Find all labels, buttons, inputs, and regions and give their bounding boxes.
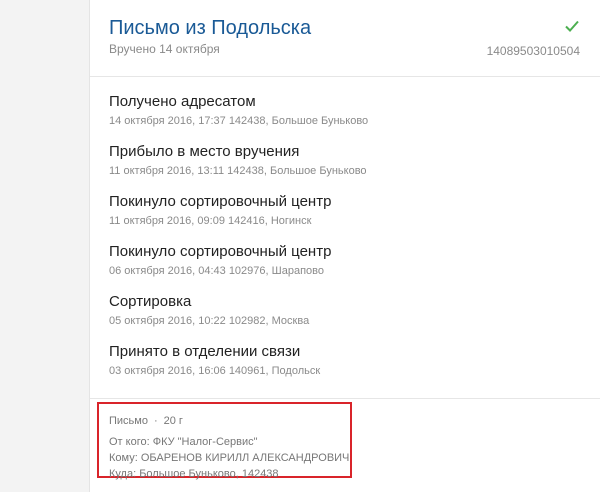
shipment-info: Письмо · 20 г От кого: ФКУ "Налог-Сервис" … <box>97 402 352 480</box>
check-icon <box>565 20 579 32</box>
item-type-weight: Письмо · 20 г <box>109 413 350 429</box>
item-weight: 20 г <box>163 415 183 427</box>
destination: Куда: Большое Буньково, 142438 <box>109 468 279 480</box>
divider <box>90 398 600 399</box>
event-item: Сортировка 05 октября 2016, 10:22 102982… <box>109 292 589 342</box>
event-meta: 11 октября 2016, 13:11 142438, Большое Б… <box>109 165 367 177</box>
event-item: Принято в отделении связи 03 октября 201… <box>109 342 589 392</box>
event-meta: 11 октября 2016, 09:09 142416, Ногинск <box>109 215 312 227</box>
tracking-card: Письмо из Подольска Вручено 14 октября 1… <box>89 0 600 492</box>
event-title: Сортировка <box>109 293 192 310</box>
event-item: Покинуло сортировочный центр 11 октября … <box>109 192 589 242</box>
event-meta: 14 октября 2016, 17:37 142438, Большое Б… <box>109 115 369 127</box>
card-header: Письмо из Подольска Вручено 14 октября 1… <box>90 0 600 77</box>
event-title: Прибыло в место вручения <box>109 143 300 160</box>
page-title: Письмо из Подольска <box>109 17 312 39</box>
sender: От кого: ФКУ "Налог-Сервис" <box>109 436 258 448</box>
separator: · <box>153 415 158 427</box>
event-meta: 06 октября 2016, 04:43 102976, Шарапово <box>109 265 324 277</box>
event-item: Прибыло в место вручения 11 октября 2016… <box>109 142 589 192</box>
recipient: Кому: ОБАРЕНОВ КИРИЛЛ АЛЕКСАНДРОВИЧ <box>109 452 350 464</box>
tracking-number: 14089503010504 <box>486 44 580 58</box>
event-title: Покинуло сортировочный центр <box>109 193 332 210</box>
event-title: Покинуло сортировочный центр <box>109 243 332 260</box>
event-meta: 05 октября 2016, 10:22 102982, Москва <box>109 315 310 327</box>
item-type: Письмо <box>109 415 148 427</box>
event-item: Покинуло сортировочный центр 06 октября … <box>109 242 589 292</box>
event-meta: 03 октября 2016, 16:06 140961, Подольск <box>109 365 321 377</box>
delivery-status: Вручено 14 октября <box>109 42 220 56</box>
event-title: Принято в отделении связи <box>109 343 301 360</box>
event-item: Получено адресатом 14 октября 2016, 17:3… <box>109 92 589 142</box>
event-list: Получено адресатом 14 октября 2016, 17:3… <box>109 92 589 392</box>
event-title: Получено адресатом <box>109 93 256 110</box>
